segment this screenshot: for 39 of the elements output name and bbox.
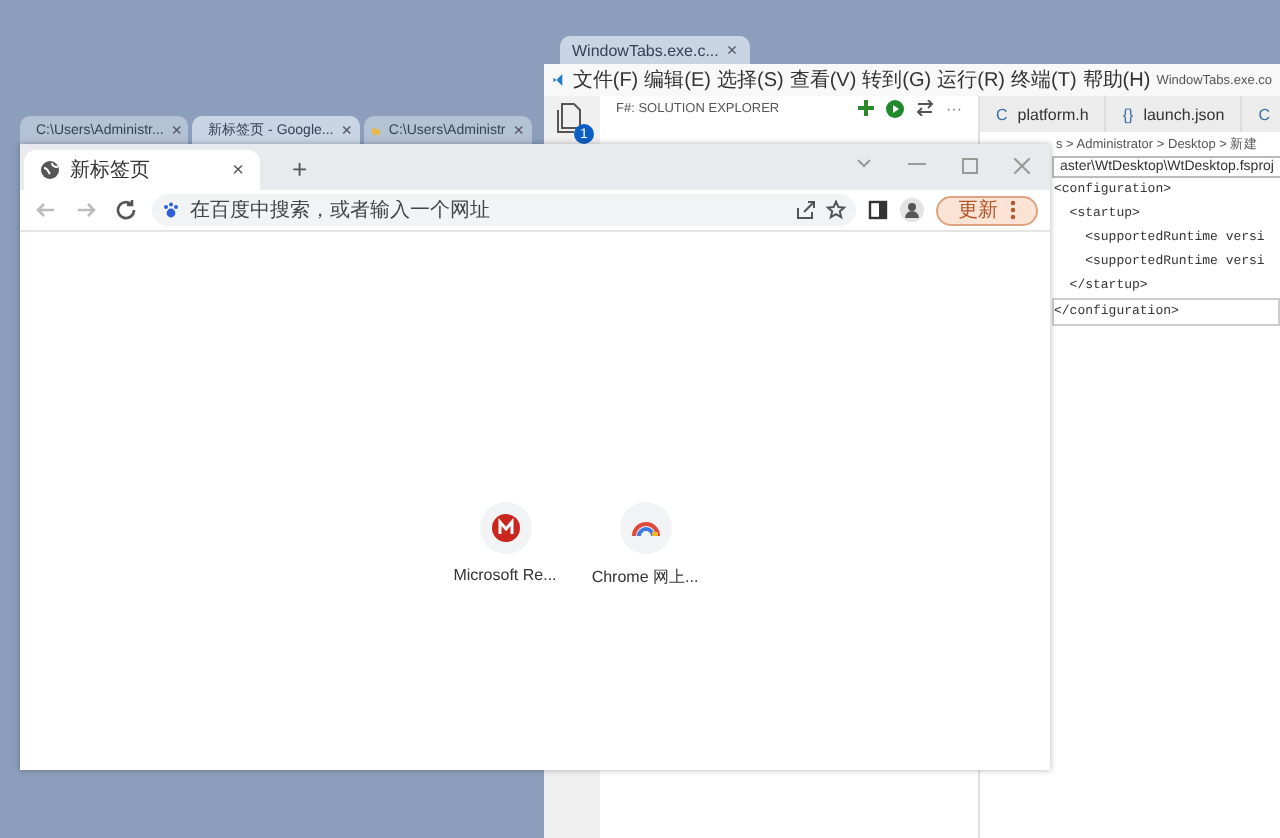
more-button[interactable]: ··· (946, 99, 962, 117)
chevron-down-icon[interactable] (856, 158, 872, 170)
side-panel-icon[interactable] (868, 200, 888, 220)
files-icon (554, 100, 586, 136)
shortcut-tile[interactable]: Chrome 网上... (587, 502, 703, 588)
close-icon[interactable]: × (232, 159, 244, 181)
paw-icon (162, 201, 180, 219)
menu-item[interactable]: 选择(S) (716, 66, 784, 94)
menu-icon[interactable] (1010, 200, 1016, 220)
window-tab[interactable]: WindowTabs.exe.c... × (560, 36, 750, 64)
editor-tab[interactable]: {} launch.json (1106, 96, 1243, 132)
editor-tab[interactable]: C (1242, 96, 1280, 132)
menu-item[interactable]: 转到(G) (862, 66, 932, 94)
run-icon[interactable] (886, 99, 904, 117)
minimize-icon[interactable] (908, 158, 926, 170)
shortcut-tile[interactable]: Microsoft Re... (447, 502, 563, 584)
rainbow-icon (631, 518, 659, 538)
swap-icon[interactable] (916, 100, 934, 116)
globe-icon (40, 160, 60, 180)
browser-tab[interactable]: 新标签页 × (24, 150, 260, 190)
app-logo-icon (552, 70, 567, 90)
add-icon[interactable] (858, 100, 874, 116)
update-button[interactable]: 更新 (936, 195, 1038, 225)
menu-item[interactable]: 终端(T) (1011, 66, 1077, 94)
menu-item[interactable]: 帮助(H) (1082, 66, 1151, 94)
reload-icon[interactable] (112, 196, 140, 224)
menu-item[interactable]: 查看(V) (789, 66, 857, 94)
maximize-icon[interactable] (962, 158, 978, 174)
close-icon[interactable] (1014, 158, 1030, 174)
folder-icon (372, 123, 381, 137)
new-tab-button[interactable]: + (284, 154, 316, 184)
profile-icon[interactable] (900, 198, 924, 222)
star-icon[interactable] (826, 200, 846, 220)
share-icon[interactable] (796, 200, 816, 220)
editor-tab[interactable]: C platform.h (980, 96, 1107, 132)
menu-item[interactable]: 文件(F) (572, 66, 639, 94)
menu-item[interactable]: 编辑(E) (644, 66, 711, 94)
m-logo-icon (491, 514, 519, 542)
menu-item[interactable]: 运行(R) (937, 66, 1006, 94)
